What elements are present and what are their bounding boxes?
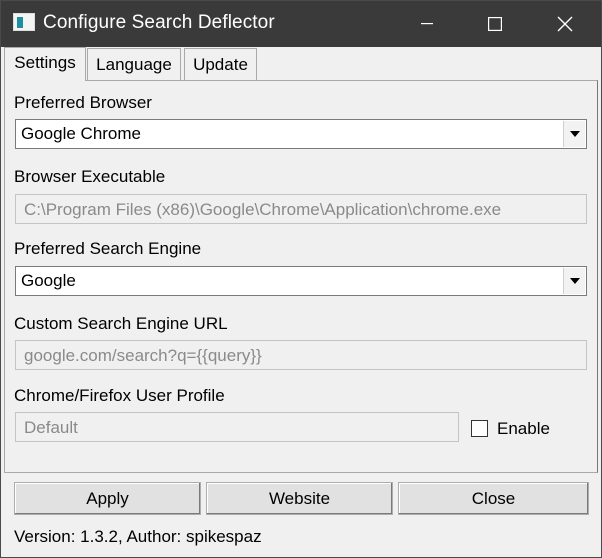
preferred-browser-label: Preferred Browser xyxy=(14,93,152,112)
custom-url-label: Custom Search Engine URL xyxy=(14,314,228,333)
minimize-button[interactable] xyxy=(391,1,463,47)
browser-executable-field: C:\Program Files (x86)\Google\Chrome\App… xyxy=(15,194,587,224)
maximize-icon xyxy=(488,17,502,31)
dropdown-button[interactable] xyxy=(563,268,585,294)
custom-url-value: google.com/search?q={{query}} xyxy=(24,346,262,365)
website-button[interactable]: Website xyxy=(206,482,393,515)
maximize-button[interactable] xyxy=(459,1,531,47)
settings-panel: Preferred Browser Google Chrome Browser … xyxy=(4,80,598,473)
tab-update[interactable]: Update xyxy=(184,48,257,80)
app-window-icon xyxy=(13,13,35,31)
user-profile-field: Default xyxy=(15,412,459,442)
apply-button[interactable]: Apply xyxy=(14,482,201,515)
window-title: Configure Search Deflector xyxy=(43,12,275,33)
enable-profile-label[interactable]: Enable xyxy=(497,419,550,439)
browser-executable-label: Browser Executable xyxy=(14,167,166,186)
preferred-browser-select[interactable]: Google Chrome xyxy=(15,119,587,149)
minimize-icon xyxy=(421,23,433,25)
tab-language[interactable]: Language xyxy=(87,48,181,80)
dropdown-button[interactable] xyxy=(563,121,585,147)
title-bar[interactable]: Configure Search Deflector xyxy=(1,1,601,47)
close-icon xyxy=(557,16,573,32)
tab-settings[interactable]: Settings xyxy=(4,47,86,81)
user-profile-label: Chrome/Firefox User Profile xyxy=(14,386,225,405)
custom-url-field: google.com/search?q={{query}} xyxy=(15,340,587,370)
close-button[interactable]: Close xyxy=(398,482,589,515)
chevron-down-icon xyxy=(569,131,580,137)
version-author-text: Version: 1.3.2, Author: spikespaz xyxy=(14,527,262,546)
config-window: Configure Search Deflector Settings Lang… xyxy=(0,0,602,558)
user-profile-value: Default xyxy=(24,418,78,437)
search-engine-label: Preferred Search Engine xyxy=(14,239,202,258)
preferred-browser-value: Google Chrome xyxy=(21,124,142,143)
close-window-button[interactable] xyxy=(529,1,601,47)
chevron-down-icon xyxy=(569,278,580,284)
browser-executable-value: C:\Program Files (x86)\Google\Chrome\App… xyxy=(24,200,502,219)
search-engine-select[interactable]: Google xyxy=(15,266,587,296)
enable-profile-checkbox[interactable] xyxy=(471,420,488,437)
search-engine-value: Google xyxy=(21,271,76,290)
